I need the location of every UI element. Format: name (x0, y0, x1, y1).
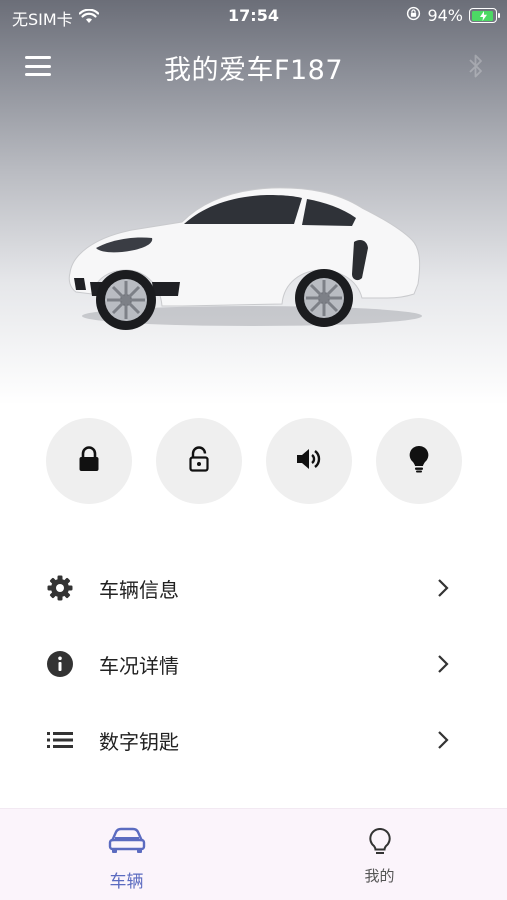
orientation-lock-icon (406, 6, 421, 25)
status-bar: 无SIM卡 17:54 94% (0, 0, 507, 30)
lock-button[interactable] (46, 418, 132, 504)
app-header: 我的爱车F187 (0, 40, 507, 92)
unlock-button[interactable] (156, 418, 242, 504)
chevron-right-icon (437, 730, 449, 754)
info-icon (45, 649, 75, 679)
bottom-tab-bar: 车辆 我的 (0, 808, 507, 900)
menu-item-label: 车况详情 (99, 653, 179, 678)
page-title: 我的爱车F187 (163, 55, 344, 86)
menu-item-label: 数字钥匙 (99, 729, 179, 754)
menu-item-label: 车辆信息 (99, 577, 179, 602)
chevron-right-icon (437, 654, 449, 678)
tab-label: 我的 (364, 867, 395, 885)
tab-label: 车辆 (109, 872, 144, 892)
tab-mine[interactable]: 我的 (253, 809, 506, 900)
car-image (68, 187, 422, 330)
menu-item-digital-key[interactable]: 数字钥匙 (0, 702, 507, 778)
list-icon (45, 725, 75, 755)
car-icon (0, 827, 253, 855)
menu-item-vehicle-status[interactable]: 车况详情 (0, 626, 507, 702)
battery-percent: 94% (427, 6, 463, 25)
lights-button[interactable] (376, 418, 462, 504)
lock-icon (78, 446, 100, 476)
horn-button[interactable] (266, 418, 352, 504)
chevron-right-icon (437, 578, 449, 602)
unlock-icon (188, 446, 210, 476)
status-right: 94% (406, 6, 500, 25)
horn-speaker-icon (295, 447, 323, 475)
menu-item-vehicle-info[interactable]: 车辆信息 (0, 550, 507, 626)
battery-icon (469, 8, 500, 23)
quick-actions (0, 418, 507, 504)
light-bulb-icon (408, 445, 430, 477)
lightbulb-outline-icon (253, 827, 506, 857)
gear-icon (45, 573, 75, 603)
bluetooth-icon[interactable] (467, 52, 485, 84)
tab-vehicle[interactable]: 车辆 (0, 809, 253, 900)
